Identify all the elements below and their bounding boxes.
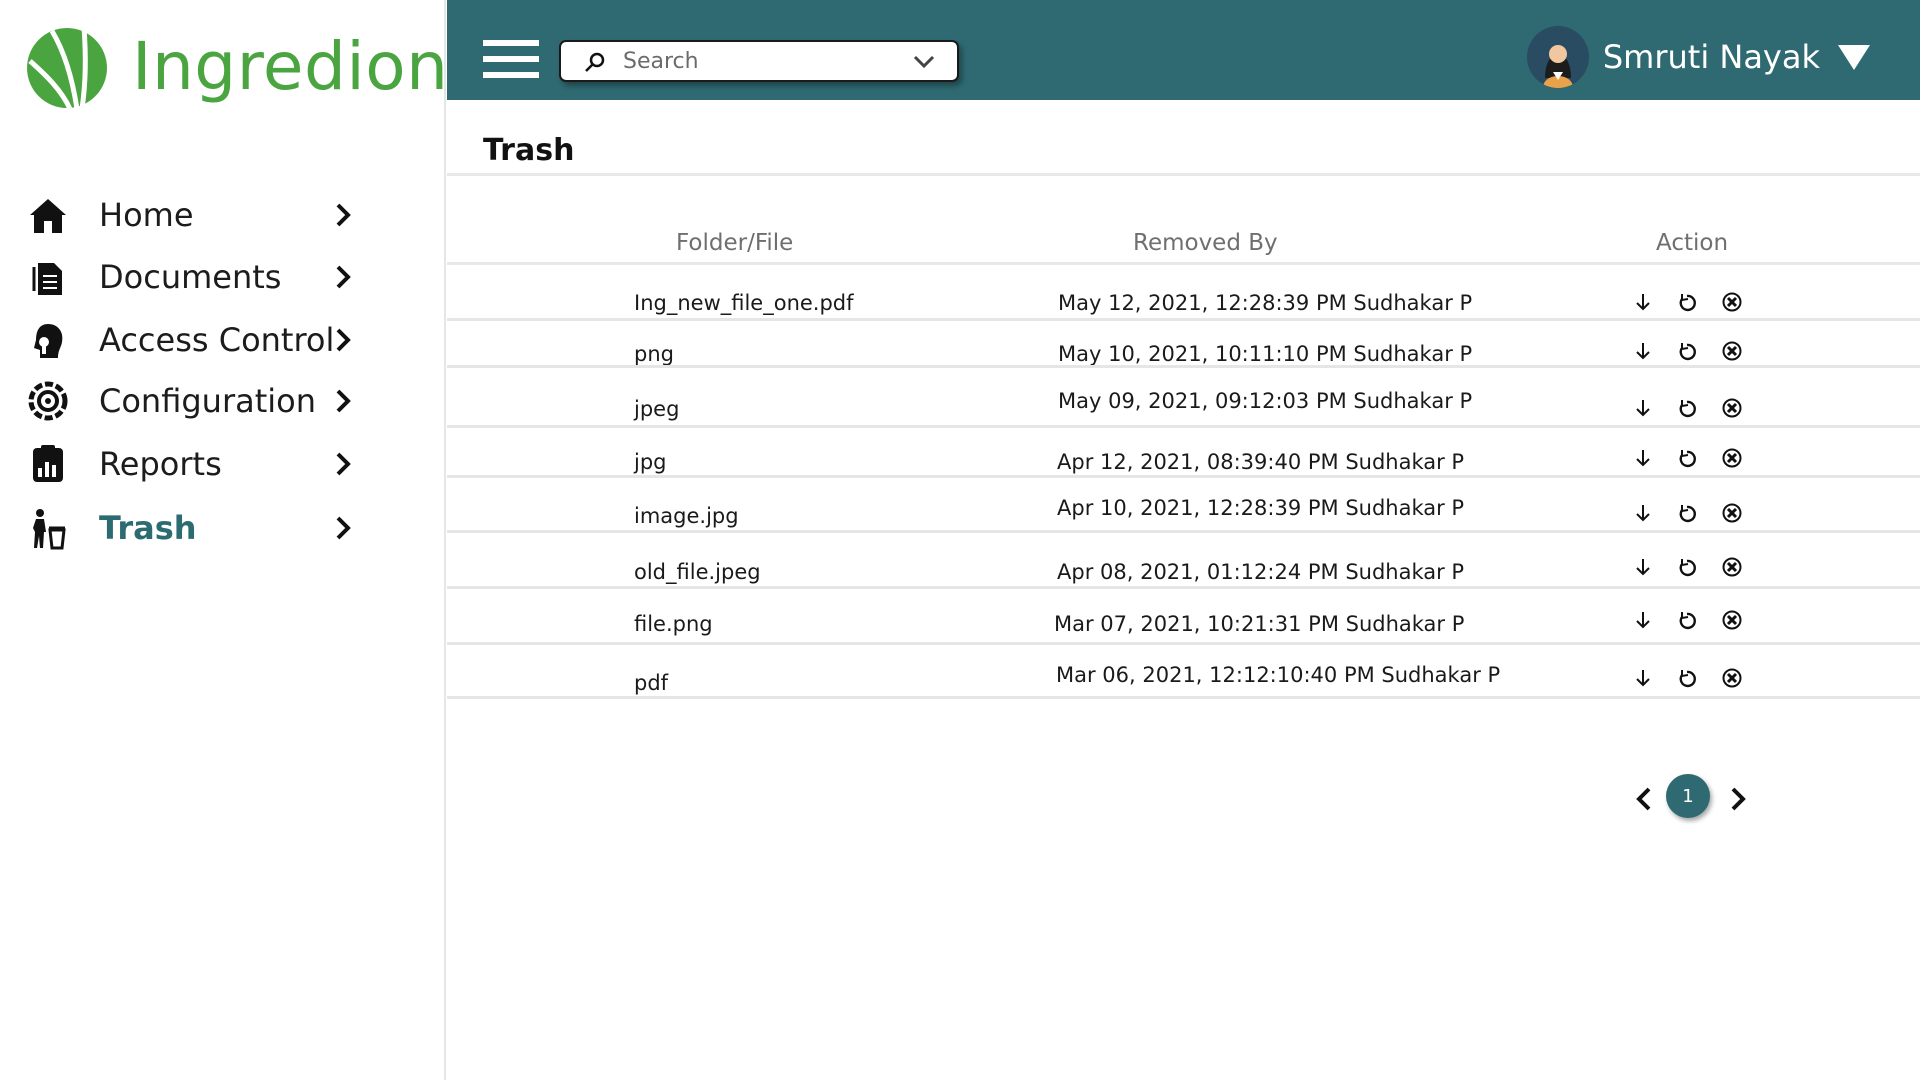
delete-icon[interactable] <box>1721 502 1743 524</box>
restore-icon[interactable] <box>1676 340 1698 362</box>
chevron-right-icon <box>336 516 351 540</box>
chevron-right-icon <box>336 389 351 413</box>
sidebar-item-access-control[interactable]: Access Control <box>0 310 446 370</box>
row-removed-by: Mar 06, 2021, 12:12:10:40 PM Sudhakar P <box>1056 663 1501 687</box>
reports-icon <box>33 445 63 482</box>
row-file-name: file.png <box>634 612 713 636</box>
row-file-name: old_file.jpeg <box>634 560 761 584</box>
download-icon[interactable] <box>1632 447 1654 469</box>
sidebar-item-trash[interactable]: Trash <box>0 498 446 558</box>
row-removed-by: May 10, 2021, 10:11:10 PM Sudhakar P <box>1058 342 1473 366</box>
sidebar-item-configuration[interactable]: Configuration <box>0 371 446 431</box>
page-title: Trash <box>483 133 575 168</box>
sidebar-item-label: Configuration <box>99 382 317 420</box>
row-file-name: png <box>634 342 674 366</box>
brand[interactable]: Ingredion <box>22 20 448 112</box>
download-icon[interactable] <box>1632 291 1654 313</box>
row-divider <box>447 530 1920 533</box>
delete-icon[interactable] <box>1721 397 1743 419</box>
chevron-right-icon <box>336 328 351 352</box>
search-input[interactable] <box>623 46 903 76</box>
page-number-current[interactable]: 1 <box>1666 774 1710 818</box>
divider <box>447 173 1920 176</box>
search-icon <box>585 52 605 72</box>
restore-icon[interactable] <box>1676 609 1698 631</box>
access-control-icon <box>34 324 63 358</box>
delete-icon[interactable] <box>1721 447 1743 469</box>
configuration-icon <box>28 381 68 421</box>
restore-icon[interactable] <box>1676 291 1698 313</box>
row-divider <box>447 696 1920 699</box>
row-removed-by: Apr 10, 2021, 12:28:39 PM Sudhakar P <box>1057 496 1465 520</box>
row-divider <box>447 475 1920 478</box>
sidebar-item-label: Documents <box>99 258 282 296</box>
menu-icon[interactable] <box>483 40 539 80</box>
column-header-folder-file: Folder/File <box>676 230 794 256</box>
row-file-name: Ing_new_file_one.pdf <box>634 291 854 315</box>
download-icon[interactable] <box>1632 609 1654 631</box>
sidebar: Ingredion Home Documents Access Control <box>0 0 448 1080</box>
document-icon <box>32 263 62 295</box>
chevron-right-icon <box>336 452 351 476</box>
download-icon[interactable] <box>1632 340 1654 362</box>
row-divider <box>447 318 1920 321</box>
row-file-name: image.jpg <box>634 504 739 528</box>
restore-icon[interactable] <box>1676 397 1698 419</box>
avatar <box>1526 26 1589 88</box>
restore-icon[interactable] <box>1676 556 1698 578</box>
row-divider <box>447 425 1920 428</box>
sidebar-item-home[interactable]: Home <box>0 185 446 245</box>
restore-icon[interactable] <box>1676 447 1698 469</box>
trash-person-icon <box>33 509 66 550</box>
top-bar: Smruti Nayak <box>447 0 1920 100</box>
ingredion-logo-icon <box>27 26 107 111</box>
search-box[interactable] <box>559 40 959 82</box>
download-icon[interactable] <box>1632 502 1654 524</box>
delete-icon[interactable] <box>1721 609 1743 631</box>
row-removed-by: Mar 07, 2021, 10:21:31 PM Sudhakar P <box>1054 612 1465 636</box>
column-header-removed-by: Removed By <box>1133 230 1278 256</box>
delete-icon[interactable] <box>1721 340 1743 362</box>
brand-name: Ingredion <box>132 27 449 105</box>
sidebar-item-label: Home <box>99 196 194 234</box>
delete-icon[interactable] <box>1721 556 1743 578</box>
user-name: Smruti Nayak <box>1602 38 1820 76</box>
sidebar-item-documents[interactable]: Documents <box>0 247 446 307</box>
row-removed-by: Apr 08, 2021, 01:12:24 PM Sudhakar P <box>1057 560 1465 584</box>
download-icon[interactable] <box>1632 397 1654 419</box>
prev-page-icon[interactable] <box>1634 784 1654 814</box>
row-file-name: jpg <box>634 450 667 474</box>
caret-down-icon[interactable] <box>1836 42 1872 72</box>
sidebar-item-label: Reports <box>99 445 222 483</box>
chevron-right-icon <box>336 265 351 289</box>
next-page-icon[interactable] <box>1728 784 1748 814</box>
row-removed-by: Apr 12, 2021, 08:39:40 PM Sudhakar P <box>1057 450 1465 474</box>
row-divider <box>447 365 1920 368</box>
restore-icon[interactable] <box>1676 667 1698 689</box>
row-divider <box>447 586 1920 589</box>
row-removed-by: May 12, 2021, 12:28:39 PM Sudhakar P <box>1058 291 1473 315</box>
row-divider <box>447 642 1920 645</box>
home-icon <box>30 199 66 233</box>
chevron-right-icon <box>336 203 351 227</box>
chevron-down-icon[interactable] <box>911 52 937 72</box>
sidebar-item-label: Trash <box>99 509 197 547</box>
delete-icon[interactable] <box>1721 291 1743 313</box>
column-header-action: Action <box>1656 230 1729 256</box>
divider <box>447 262 1920 265</box>
download-icon[interactable] <box>1632 556 1654 578</box>
row-removed-by: May 09, 2021, 09:12:03 PM Sudhakar P <box>1058 389 1473 413</box>
row-file-name: pdf <box>634 671 669 695</box>
sidebar-item-label: Access Control <box>99 321 335 359</box>
restore-icon[interactable] <box>1676 502 1698 524</box>
download-icon[interactable] <box>1632 667 1654 689</box>
avatar-portrait-icon <box>1526 26 1589 88</box>
delete-icon[interactable] <box>1721 667 1743 689</box>
user-menu[interactable]: Smruti Nayak <box>1526 26 1872 88</box>
row-file-name: jpeg <box>634 397 680 421</box>
sidebar-item-reports[interactable]: Reports <box>0 434 446 494</box>
